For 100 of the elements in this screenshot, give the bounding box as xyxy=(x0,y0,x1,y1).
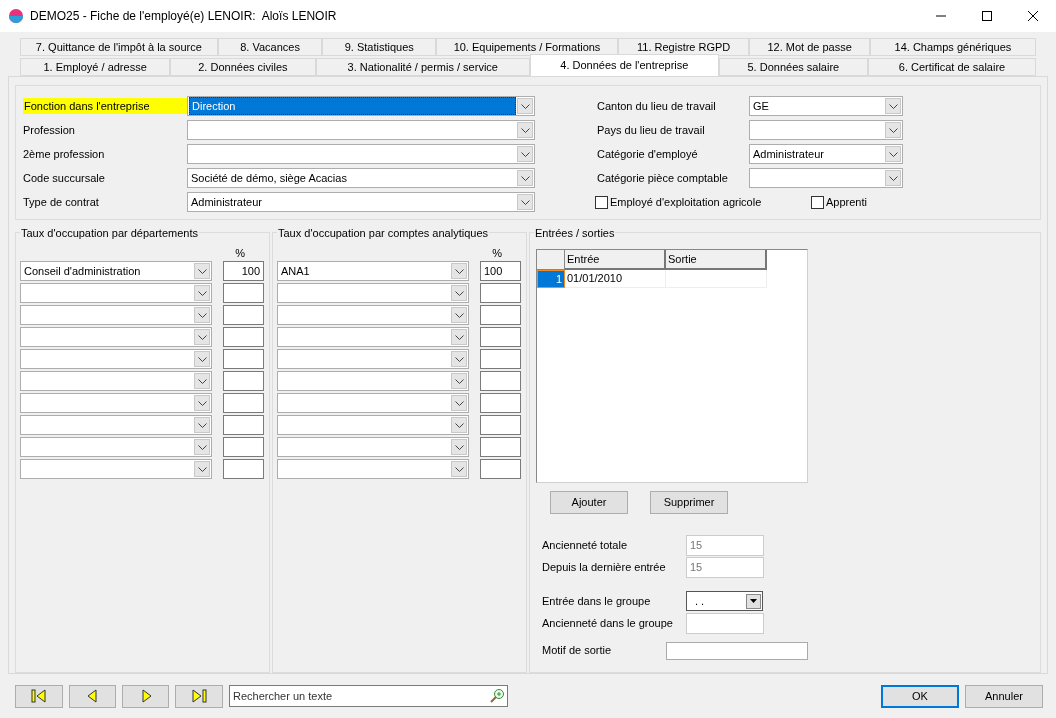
field-label: Profession xyxy=(23,122,76,138)
dropdown-field[interactable]: Conseil d'administration xyxy=(20,261,212,281)
percent-field[interactable] xyxy=(223,437,264,457)
tab[interactable]: 8. Vacances xyxy=(217,38,323,56)
percent-field[interactable] xyxy=(223,327,264,347)
chevron-down-icon xyxy=(520,127,530,133)
field-label: Catégorie d'employé xyxy=(597,146,699,162)
tab[interactable]: 4. Données de l'entreprise xyxy=(529,54,719,76)
percent-field[interactable] xyxy=(223,305,264,325)
chevron-down-icon xyxy=(454,378,464,384)
checkbox[interactable] xyxy=(595,195,608,209)
row-number[interactable]: 1 xyxy=(537,270,565,288)
dropdown-field[interactable] xyxy=(749,168,903,188)
percent-field[interactable] xyxy=(223,393,264,413)
tab[interactable]: 3. Nationalité / permis / service xyxy=(315,58,530,76)
dropdown-field[interactable]: ANA1 xyxy=(277,261,469,281)
percent-field[interactable]: 100 xyxy=(223,261,264,281)
dropdown-field[interactable] xyxy=(277,327,469,347)
dropdown-field[interactable] xyxy=(20,349,212,369)
chevron-down-icon xyxy=(454,422,464,428)
percent-field[interactable] xyxy=(480,437,521,457)
dropdown-field[interactable] xyxy=(20,305,212,325)
percent-field[interactable] xyxy=(223,371,264,391)
tab[interactable]: 6. Certificat de salaire xyxy=(867,58,1036,76)
percent-field[interactable] xyxy=(480,393,521,413)
percent-field[interactable] xyxy=(480,415,521,435)
percent-field[interactable] xyxy=(223,283,264,303)
dropdown-field[interactable] xyxy=(277,393,469,413)
field-label: Ancienneté totale xyxy=(542,537,628,553)
percent-field[interactable] xyxy=(480,327,521,347)
percent-field[interactable] xyxy=(480,283,521,303)
chevron-down-icon xyxy=(454,290,464,296)
dropdown-field[interactable]: Direction xyxy=(187,96,535,116)
dropdown-field[interactable] xyxy=(20,371,212,391)
field-label: Canton du lieu de travail xyxy=(597,98,717,114)
dropdown-field[interactable] xyxy=(20,437,212,457)
input-field[interactable] xyxy=(686,612,764,634)
dropdown-field[interactable] xyxy=(20,459,212,479)
previous-record-button[interactable] xyxy=(69,684,116,708)
last-record-button[interactable] xyxy=(175,684,223,708)
dropdown-field[interactable] xyxy=(666,642,808,660)
percent-field[interactable] xyxy=(223,459,264,479)
dropdown-field[interactable] xyxy=(749,120,903,140)
tab[interactable]: 2. Données civiles xyxy=(170,58,316,76)
field-label: Ancienneté dans le groupe xyxy=(542,615,674,631)
search-field[interactable]: Rechercher un texte xyxy=(229,685,508,707)
percent-field[interactable] xyxy=(480,349,521,369)
first-record-button[interactable] xyxy=(15,684,63,708)
percent-field[interactable] xyxy=(480,459,521,479)
tab[interactable]: 9. Statistiques xyxy=(322,38,437,56)
dropdown-field[interactable] xyxy=(187,120,535,140)
percent-field[interactable] xyxy=(480,371,521,391)
field-label: Catégorie pièce comptable xyxy=(597,170,729,186)
dropdown-field[interactable] xyxy=(277,349,469,369)
tab[interactable]: 5. Données salaire xyxy=(718,58,868,76)
dialog-button[interactable]: OK xyxy=(881,684,959,708)
percent-field[interactable] xyxy=(480,305,521,325)
window-title: DEMO25 - Fiche de l'employé(e) LENOIR: Aloïs LENOIR xyxy=(30,8,337,25)
chevron-down-icon xyxy=(197,356,207,362)
dropdown-field[interactable]: Société de démo, siège Acacias xyxy=(187,168,535,188)
dropdown-field[interactable]: Administrateur xyxy=(749,144,903,164)
field-label: Code succursale xyxy=(23,170,106,186)
chevron-down-icon xyxy=(197,290,207,296)
dropdown-field[interactable] xyxy=(20,393,212,413)
action-button[interactable]: Supprimer xyxy=(650,491,728,514)
app-logo-icon xyxy=(8,8,24,24)
dropdown-field[interactable] xyxy=(20,415,212,435)
dropdown-field[interactable] xyxy=(277,371,469,391)
tab[interactable]: 1. Employé / adresse xyxy=(20,58,171,76)
field-label: Entrée dans le groupe xyxy=(542,593,652,609)
maximize-icon xyxy=(982,11,992,21)
percent-field[interactable] xyxy=(223,415,264,435)
dropdown-field[interactable]: GE xyxy=(749,96,903,116)
dropdown-field[interactable] xyxy=(20,327,212,347)
search-icon xyxy=(489,688,505,704)
dropdown-field[interactable] xyxy=(187,144,535,164)
percent-field[interactable]: 100 xyxy=(480,261,521,281)
tab[interactable]: 11. Registre RGPD xyxy=(617,38,750,56)
dropdown-field[interactable] xyxy=(277,305,469,325)
chevron-down-icon xyxy=(888,103,898,109)
dialog-button[interactable]: Annuler xyxy=(965,684,1043,708)
tab[interactable]: 12. Mot de passe xyxy=(749,38,870,56)
tab[interactable]: 10. Equipements / Formations xyxy=(436,38,618,56)
next-record-button[interactable] xyxy=(122,684,169,708)
action-button[interactable]: Ajouter xyxy=(550,491,628,514)
checkbox[interactable] xyxy=(811,195,824,209)
dropdown-field[interactable] xyxy=(277,459,469,479)
dropdown-field[interactable] xyxy=(277,283,469,303)
tab[interactable]: 7. Quittance de l'impôt à la source xyxy=(20,38,218,56)
date-dropdown[interactable]: . . xyxy=(686,591,763,611)
tab[interactable]: 14. Champs génériques xyxy=(869,38,1036,56)
dropdown-arrow-icon xyxy=(750,599,757,603)
dropdown-field[interactable] xyxy=(277,415,469,435)
percent-field[interactable] xyxy=(223,349,264,369)
dropdown-field[interactable] xyxy=(20,283,212,303)
dropdown-field[interactable] xyxy=(277,437,469,457)
chevron-down-icon xyxy=(197,466,207,472)
minimize-icon xyxy=(936,15,946,17)
chevron-down-icon xyxy=(454,268,464,274)
dropdown-field[interactable]: Administrateur xyxy=(187,192,535,212)
